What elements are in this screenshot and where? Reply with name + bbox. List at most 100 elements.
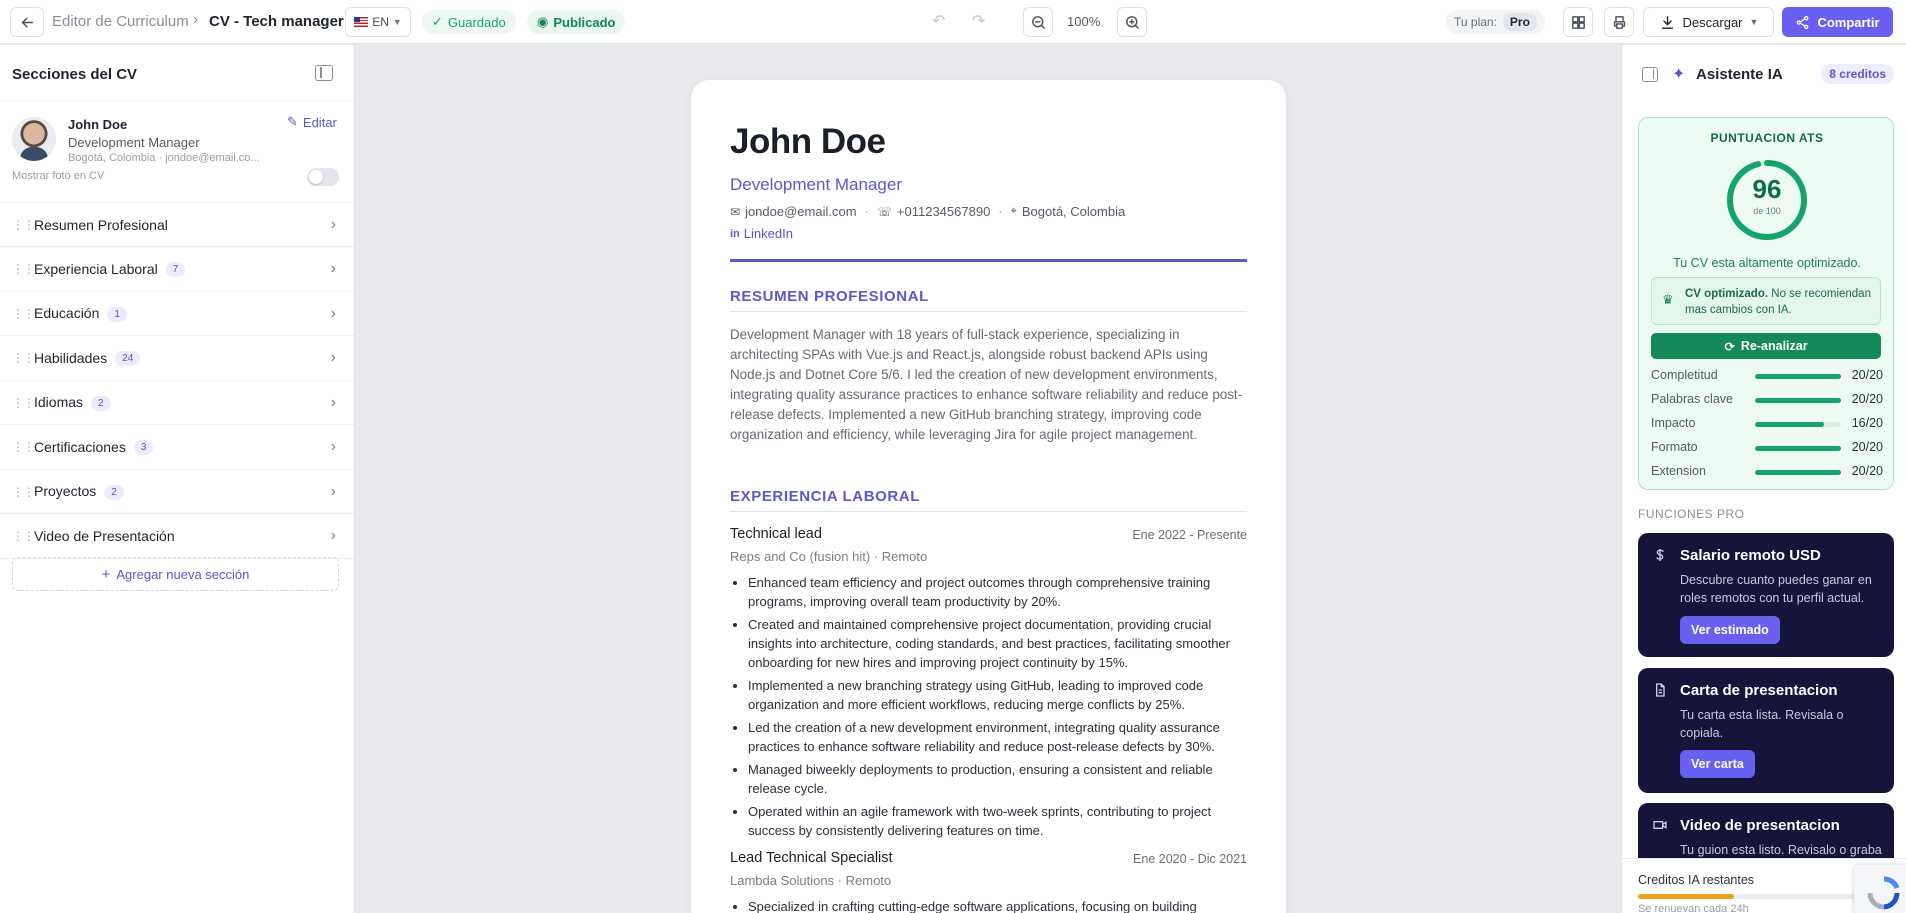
credits-footer-label: Creditos IA restantes [1638, 873, 1755, 887]
sidebar-section-item[interactable]: ⋮⋮ Proyectos 2 › [0, 470, 354, 514]
credits-badge: 8 creditos [1821, 64, 1894, 84]
chevron-right-icon: › [330, 438, 336, 455]
ats-score: 96 [1752, 174, 1782, 204]
undo-icon[interactable]: ↶ [932, 11, 945, 31]
breadcrumb-chevron-icon: › [193, 11, 198, 28]
cv-paper[interactable]: John Doe Development Manager ✉ jondoe@ema… [691, 80, 1286, 913]
collapse-panel-icon[interactable] [1642, 67, 1658, 82]
job-bullet: Specialized in crafting cutting-edge sof… [748, 897, 1248, 913]
arrow-left-icon [21, 17, 33, 27]
photo-toggle[interactable] [307, 168, 339, 186]
sidebar-section-item[interactable]: ⋮⋮ Video de Presentación › [0, 515, 354, 559]
templates-button[interactable] [1563, 7, 1593, 37]
drag-handle-icon[interactable]: ⋮⋮ [12, 485, 35, 499]
drag-handle-icon[interactable]: ⋮⋮ [12, 529, 35, 543]
share-icon [1797, 15, 1809, 29]
job-bullet: Led the creation of a new development en… [748, 718, 1248, 756]
edit-profile-button[interactable]: ✎ Editar [287, 114, 337, 130]
metric-bar [1755, 374, 1841, 379]
sidebar-section-item[interactable]: ⋮⋮ Habilidades 24 › [0, 337, 354, 381]
back-button[interactable] [10, 7, 44, 37]
sidebar-title: Secciones del CV [12, 66, 138, 83]
metric-bar-fill [1755, 374, 1841, 379]
sidebar-section-item[interactable]: ⋮⋮ Educación 1 › [0, 292, 354, 336]
job-bullet: Enhanced team efficiency and project out… [748, 573, 1248, 611]
metric-value: 20/20 [1851, 368, 1883, 382]
zoom-out-icon [1031, 15, 1045, 29]
credits-progress [1638, 894, 1878, 899]
view-estimate-button[interactable]: Ver estimado [1680, 616, 1780, 644]
cv-linkedin-link[interactable]: in LinkedIn [730, 226, 793, 241]
saved-status: ✓ Guardado [422, 10, 516, 34]
pro-heading: FUNCIONES PRO [1638, 507, 1745, 521]
zoom-out-button[interactable] [1023, 7, 1053, 37]
drag-handle-icon[interactable]: ⋮⋮ [12, 218, 35, 232]
credits-footer: Creditos IA restantes Se renuevan cada 2… [1622, 858, 1906, 913]
section-label: Proyectos 2 [34, 483, 124, 500]
pro-desc: Tu guion esta listo. Revisalo o graba [1680, 843, 1882, 857]
header-rule [730, 259, 1247, 262]
check-icon: ✓ [432, 14, 443, 29]
divider [730, 311, 1247, 312]
add-section-button[interactable]: + Agregar nueva sección [12, 557, 339, 591]
metric-value: 20/20 [1851, 464, 1883, 478]
optimized-note: ♛ CV optimizado. No se recomiendan mas c… [1651, 277, 1881, 325]
sidebar-section-item[interactable]: ⋮⋮ Resumen Profesional › [0, 203, 354, 247]
chevron-right-icon: › [330, 393, 336, 411]
recaptcha-badge[interactable] [1854, 865, 1906, 913]
published-status[interactable]: ◉ Publicado [527, 10, 626, 34]
print-button[interactable] [1604, 7, 1634, 37]
sidebar-section-item[interactable]: ⋮⋮ Idiomas 2 › [0, 381, 354, 425]
chevron-down-icon: ▼ [1749, 17, 1759, 27]
collapse-sidebar-icon[interactable] [315, 65, 333, 81]
section-label: Resumen Profesional [34, 216, 168, 233]
section-count-badge: 24 [115, 351, 141, 367]
plan-indicator: Tu plan: Pro [1446, 10, 1545, 34]
breadcrumb-parent[interactable]: Editor de Curriculum [52, 13, 189, 30]
chevron-right-icon: › [330, 482, 336, 500]
reanalyze-button[interactable]: ⟳ Re-analizar [1651, 333, 1881, 359]
drag-handle-icon[interactable]: ⋮⋮ [12, 262, 35, 276]
summary-heading: RESUMEN PROFESIONAL [730, 288, 929, 305]
section-count-badge: 2 [104, 484, 124, 500]
section-label: Video de Presentación [34, 528, 175, 544]
profile-role: Development Manager [68, 135, 200, 150]
language-selector[interactable]: EN ▼ [345, 7, 411, 37]
cv-location: Bogotá, Colombia [1021, 204, 1126, 219]
drag-handle-icon[interactable]: ⋮⋮ [12, 440, 35, 454]
mail-icon: ✉ [730, 204, 741, 219]
redo-icon[interactable]: ↷ [972, 11, 985, 31]
job-title: Technical lead [730, 526, 822, 542]
eye-icon: ◉ [537, 14, 549, 29]
pro-card-cover-letter[interactable]: Carta de presentacion Tu carta esta list… [1638, 668, 1894, 793]
sidebar-section-item[interactable]: ⋮⋮ Certificaciones 3 › [0, 426, 354, 470]
section-count-badge: 3 [133, 440, 154, 456]
summary-text: Development Manager with 18 years of ful… [730, 327, 1243, 442]
drag-handle-icon[interactable]: ⋮⋮ [12, 351, 35, 365]
cv-email: jondoe@email.com [745, 204, 857, 219]
pro-card-remote-salary[interactable]: Salario remoto USD Descubre cuanto puede… [1638, 533, 1894, 657]
job-bullet: Operated within an agile framework with … [748, 802, 1248, 840]
section-label: Idiomas 2 [34, 394, 111, 411]
sidebar-section-item[interactable]: ⋮⋮ Experiencia Laboral 7 › [0, 248, 354, 292]
phone-icon: ☏ [876, 204, 892, 219]
drag-handle-icon[interactable]: ⋮⋮ [12, 307, 35, 321]
zoom-in-button[interactable] [1117, 7, 1147, 37]
metric-label: Impacto [1651, 416, 1696, 430]
download-button[interactable]: Descargar ▼ [1643, 7, 1774, 37]
metric-bar [1755, 422, 1841, 427]
download-icon [1661, 15, 1673, 29]
ats-label: PUNTUACION ATS [1710, 131, 1824, 145]
cv-title: Development Manager [730, 175, 902, 194]
chevron-down-icon: ▼ [392, 17, 402, 27]
video-icon [1653, 821, 1667, 829]
ai-assistant-panel: ✦ Asistente IA 8 creditos PUNTUACION ATS… [1621, 45, 1906, 913]
printer-icon [1613, 15, 1625, 29]
view-letter-button[interactable]: Ver carta [1680, 750, 1755, 778]
ats-score-max: de 100 [1753, 206, 1781, 216]
share-button[interactable]: Compartir [1782, 7, 1893, 37]
drag-handle-icon[interactable]: ⋮⋮ [12, 396, 35, 410]
job-company: Lambda Solutions · Remoto [730, 873, 892, 888]
avatar[interactable] [12, 117, 56, 161]
document-icon [1656, 683, 1665, 697]
